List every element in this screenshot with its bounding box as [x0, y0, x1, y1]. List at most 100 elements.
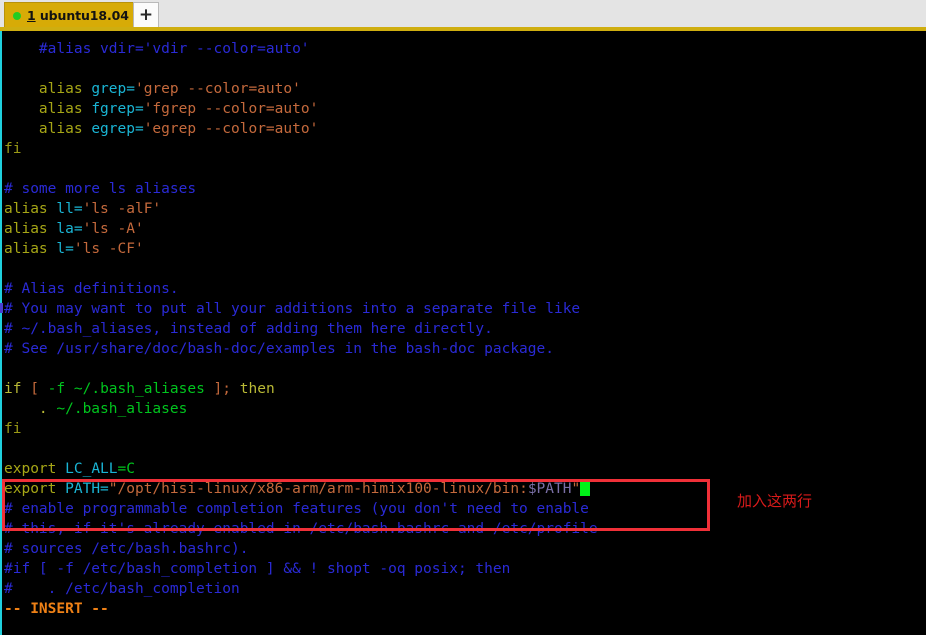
editor-line: alias grep='grep --color=auto'	[4, 79, 301, 99]
code-token: # See /usr/share/doc/bash-doc/examples i…	[4, 341, 554, 357]
code-token: =	[126, 81, 135, 97]
code-token: 'ls -CF'	[73, 241, 144, 257]
editor-line: fi	[4, 419, 21, 439]
code-token: #if [ -f /etc/bash_completion ] && ! sho…	[4, 561, 511, 577]
code-token: l	[56, 241, 66, 257]
code-token: LC_ALL	[65, 461, 118, 477]
editor-line: # See /usr/share/doc/bash-doc/examples i…	[4, 339, 554, 359]
code-token: PATH	[65, 481, 101, 497]
code-token: alias	[4, 201, 48, 217]
code-token: =	[100, 481, 109, 497]
code-token: ~/.bash_aliases	[56, 401, 188, 417]
editor-line: # ~/.bash_aliases, instead of adding the…	[4, 319, 493, 339]
editor-line: # this, if it's already enabled in /etc/…	[4, 519, 598, 539]
code-token: # sources /etc/bash.bashrc).	[4, 541, 249, 557]
text-cursor	[580, 479, 591, 496]
code-token: grep	[91, 81, 127, 97]
editor-line: alias la='ls -A'	[4, 219, 144, 239]
tab-bar: 1 ubuntu18.04 × +	[0, 0, 926, 31]
code-token: "/opt/hisi-linux/x86-arm/arm-himix100-li…	[108, 481, 528, 497]
terminal-left-edge-bar	[0, 31, 2, 635]
editor-line: alias l='ls -CF'	[4, 239, 144, 259]
editor-line: # . /etc/bash_completion	[4, 579, 240, 599]
code-token: fgrep	[91, 101, 135, 117]
code-token: alias	[4, 241, 48, 257]
code-token: # You may want to put all your additions…	[4, 301, 581, 317]
code-token: #alias vdir='vdir --color=auto'	[4, 41, 310, 57]
code-token: =	[134, 121, 144, 137]
tab-index: 1	[27, 8, 36, 23]
code-token: ;	[222, 381, 240, 397]
code-token: ]	[204, 381, 223, 397]
code-token: # enable programmable completion feature…	[4, 501, 589, 517]
editor-line: # Alias definitions.	[4, 279, 179, 299]
terminal-left-edge-marker	[0, 303, 3, 313]
code-token: -- INSERT --	[4, 601, 109, 617]
code-token: # Alias definitions.	[4, 281, 179, 297]
code-token: =	[65, 241, 74, 257]
editor-line: export PATH="/opt/hisi-linux/x86-arm/arm…	[4, 479, 591, 499]
terminal-window[interactable]: #alias vdir='vdir --color=auto' alias gr…	[0, 31, 926, 635]
editor-line: alias ll='ls -alF'	[4, 199, 161, 219]
editor-line: # enable programmable completion feature…	[4, 499, 589, 519]
annotation-text: 加入这两行	[737, 492, 813, 510]
editor-line: . ~/.bash_aliases	[4, 399, 187, 419]
editor-line: alias egrep='egrep --color=auto'	[4, 119, 318, 139]
code-token: alias	[38, 101, 83, 117]
code-token: # some more ls aliases	[4, 181, 197, 197]
editor-line: fi	[4, 139, 21, 159]
editor-line: # sources /etc/bash.bashrc).	[4, 539, 248, 559]
tab-status-dot-icon	[13, 11, 21, 20]
editor-line: #if [ -f /etc/bash_completion ] && ! sho…	[4, 559, 510, 579]
editor-line: export LC_ALL=C	[4, 459, 135, 479]
code-token: 'ls -A'	[82, 221, 144, 237]
code-token: 'egrep --color=auto'	[143, 121, 319, 137]
code-token: 'fgrep --color=auto'	[143, 101, 319, 117]
code-token: .	[4, 401, 57, 417]
editor-text-area[interactable]: #alias vdir='vdir --color=auto' alias gr…	[4, 31, 926, 635]
editor-line: if [ -f ~/.bash_aliases ]; then	[4, 379, 275, 399]
code-token: =	[73, 221, 83, 237]
code-token: # this, if it's already enabled in /etc/…	[4, 521, 598, 537]
code-token: la	[56, 221, 74, 237]
code-token: export	[4, 481, 57, 497]
editor-line: # some more ls aliases	[4, 179, 196, 199]
code-token: alias	[38, 121, 83, 137]
editor-line: # You may want to put all your additions…	[4, 299, 580, 319]
code-token: $PATH	[527, 481, 572, 497]
code-token: "	[571, 481, 581, 497]
tab-title: ubuntu18.04	[39, 8, 129, 23]
editor-line: alias fgrep='fgrep --color=auto'	[4, 99, 318, 119]
code-token: fi	[4, 421, 22, 437]
code-token: C	[126, 461, 135, 477]
tab-label: 1 ubuntu18.04	[27, 8, 129, 23]
code-token: # . /etc/bash_completion	[4, 581, 240, 597]
code-token: if	[4, 381, 22, 397]
code-token: [	[21, 381, 48, 397]
code-token: =	[73, 201, 83, 217]
code-token: alias	[38, 81, 83, 97]
code-token: export	[4, 461, 57, 477]
editor-line: -- INSERT --	[4, 599, 109, 619]
new-tab-button[interactable]: +	[133, 2, 159, 28]
code-token: ll	[56, 201, 74, 217]
code-token: 'grep --color=auto'	[134, 81, 301, 97]
code-token: 'ls -alF'	[82, 201, 162, 217]
code-token: alias	[4, 221, 48, 237]
code-token: -f	[47, 381, 74, 397]
code-token: egrep	[91, 121, 135, 137]
code-token: fi	[4, 141, 22, 157]
code-token: =	[134, 101, 144, 117]
